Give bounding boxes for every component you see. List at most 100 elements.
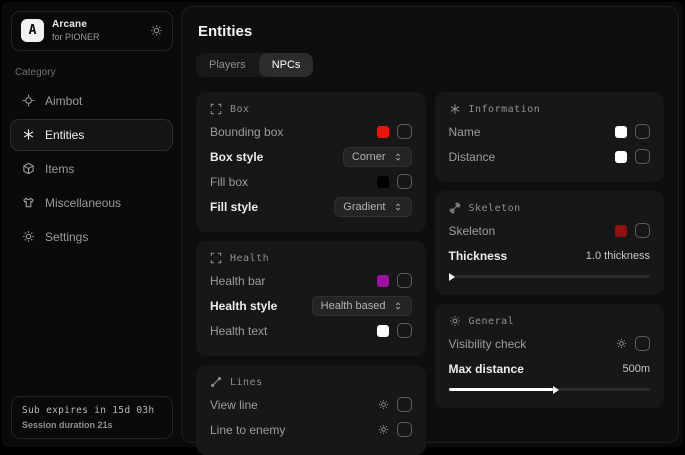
checkbox[interactable] (397, 422, 412, 437)
setting-label: Skeleton (449, 224, 496, 238)
checkbox[interactable] (397, 124, 412, 139)
app-logo: A (21, 19, 44, 42)
checkbox[interactable] (397, 397, 412, 412)
box-style-dropdown[interactable]: Corner (343, 147, 412, 167)
sidebar-item-aimbot[interactable]: Aimbot (10, 85, 173, 117)
unfold-icon (393, 202, 403, 212)
lines-card: Lines View line (196, 365, 426, 455)
setting-label: Fill style (210, 200, 258, 214)
sidebar-item-entities[interactable]: Entities (10, 119, 173, 151)
sub-expiry-text: Sub expires in 15d 03h (22, 405, 162, 416)
color-swatch[interactable] (615, 151, 627, 163)
page-title: Entities (198, 23, 664, 40)
app-window: A Arcane for PIONER Category (0, 0, 685, 449)
max-distance-slider[interactable] (449, 388, 651, 391)
slider-handle[interactable] (449, 273, 455, 281)
color-swatch[interactable] (377, 126, 389, 138)
tab-npcs[interactable]: NPCs (259, 53, 314, 77)
setting-label: Thickness (449, 249, 508, 263)
misc-shirt-icon (21, 196, 35, 209)
sidebar-nav: Aimbot Entities Items (2, 84, 181, 254)
dropdown-value: Corner (352, 151, 386, 163)
gear-icon[interactable] (378, 424, 389, 435)
card-title: Skeleton (469, 203, 521, 214)
setting-label: Fill box (210, 175, 248, 189)
setting-row: Skeleton (449, 218, 651, 243)
setting-label: Distance (449, 150, 496, 164)
sidebar-item-label: Entities (45, 128, 84, 142)
information-card: Information Name Distance (435, 92, 665, 182)
aimbot-crosshair-icon (21, 94, 35, 107)
entity-type-tabs: Players NPCs (196, 53, 313, 77)
sidebar-item-miscellaneous[interactable]: Miscellaneous (10, 187, 173, 219)
gear-icon (21, 230, 35, 243)
setting-label: Max distance (449, 362, 524, 376)
color-swatch[interactable] (615, 126, 627, 138)
checkbox[interactable] (397, 174, 412, 189)
checkbox[interactable] (635, 124, 650, 139)
setting-row: Visibility check (449, 331, 651, 356)
box-card: Box Bounding box Box style Corner (196, 92, 426, 232)
thickness-slider[interactable] (449, 275, 651, 278)
dropdown-value: Health based (321, 300, 386, 312)
session-duration-text: Session duration 21s (22, 420, 162, 430)
color-swatch[interactable] (377, 275, 389, 287)
setting-label: Visibility check (449, 337, 527, 351)
box-corners-icon (210, 252, 222, 264)
setting-row: Fill box (210, 169, 412, 194)
box-corners-icon (210, 103, 222, 115)
setting-row: Fill style Gradient (210, 194, 412, 219)
unfold-icon (393, 301, 403, 311)
color-swatch[interactable] (377, 325, 389, 337)
main-panel: Entities Players NPCs Box (181, 6, 679, 443)
entities-icon (21, 128, 35, 141)
thickness-value: 1.0 thickness (586, 250, 650, 262)
setting-row: Line to enemy (210, 417, 412, 442)
dropdown-value: Gradient (343, 201, 385, 213)
checkbox[interactable] (635, 149, 650, 164)
setting-row: Name (449, 119, 651, 144)
logo-card: A Arcane for PIONER (11, 11, 173, 51)
sidebar-item-label: Items (45, 162, 74, 176)
setting-label: Health style (210, 299, 277, 313)
skeleton-card: Skeleton Skeleton Thickness 1.0 thicknes… (435, 191, 665, 295)
setting-label: Bounding box (210, 125, 283, 139)
category-label: Category (15, 67, 181, 78)
sidebar-item-label: Miscellaneous (45, 196, 121, 210)
setting-row: Box style Corner (210, 144, 412, 169)
checkbox[interactable] (635, 336, 650, 351)
checkbox[interactable] (635, 223, 650, 238)
setting-row: Health bar (210, 268, 412, 293)
max-distance-value: 500m (622, 363, 650, 375)
tab-players[interactable]: Players (196, 53, 259, 77)
items-cube-icon (21, 162, 35, 175)
sidebar-item-items[interactable]: Items (10, 153, 173, 185)
slider-handle[interactable] (553, 386, 559, 394)
sidebar-item-settings[interactable]: Settings (10, 221, 173, 253)
checkbox[interactable] (397, 323, 412, 338)
subscription-info: Sub expires in 15d 03h Session duration … (11, 396, 173, 439)
color-swatch[interactable] (615, 225, 627, 237)
general-card: General Visibility check (435, 304, 665, 408)
card-title: Information (469, 104, 541, 115)
color-swatch[interactable] (377, 176, 389, 188)
health-style-dropdown[interactable]: Health based (312, 296, 412, 316)
setting-label: Box style (210, 150, 263, 164)
app-title: Arcane (52, 19, 142, 32)
sidebar: A Arcane for PIONER Category (2, 2, 181, 447)
setting-row: Health text (210, 318, 412, 343)
card-title: Health (230, 253, 269, 264)
card-title: General (469, 316, 515, 327)
setting-row: Bounding box (210, 119, 412, 144)
setting-row: Thickness 1.0 thickness (449, 243, 651, 268)
checkbox[interactable] (397, 273, 412, 288)
gear-icon[interactable] (378, 399, 389, 410)
unfold-icon (393, 152, 403, 162)
fill-style-dropdown[interactable]: Gradient (334, 197, 411, 217)
gear-icon[interactable] (616, 338, 627, 349)
setting-label: Health text (210, 324, 267, 338)
setting-row: View line (210, 392, 412, 417)
app-subtitle: for PIONER (52, 32, 142, 43)
gear-icon[interactable] (150, 24, 163, 37)
health-card: Health Health bar Health style Health ba… (196, 241, 426, 356)
